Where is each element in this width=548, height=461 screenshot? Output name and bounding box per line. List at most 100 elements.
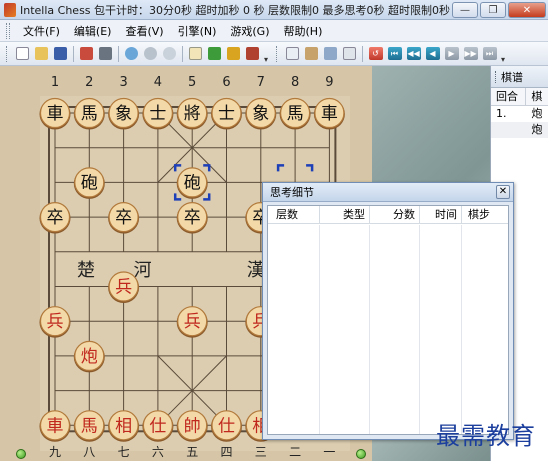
think-col-depth[interactable]: 层数 [268, 206, 320, 223]
record-panel-title: 棋谱 [501, 70, 523, 84]
prev-fast-button[interactable]: ◀◀ [405, 45, 422, 62]
black-piece[interactable]: 砲 [176, 167, 208, 199]
file-coordinate-top: 8 [291, 75, 299, 90]
red-piece[interactable]: 車 [39, 410, 71, 442]
black-piece[interactable]: 馬 [73, 97, 105, 130]
undo-icon: ↺ [368, 47, 383, 60]
print-button[interactable] [78, 45, 95, 62]
file-coordinate-top: 2 [85, 75, 93, 90]
file-coordinate-top: 5 [188, 75, 196, 90]
menu-edit[interactable]: 编辑(E) [67, 23, 119, 39]
pencil-icon [189, 47, 202, 60]
record-panel-header: 棋谱 [491, 66, 548, 88]
black-piece[interactable]: 馬 [279, 97, 311, 130]
panel-grip-icon[interactable] [495, 70, 498, 83]
paste-button[interactable] [303, 45, 320, 62]
stop-button[interactable] [142, 45, 159, 62]
red-piece[interactable]: 仕 [211, 410, 242, 442]
clock-button[interactable] [161, 45, 178, 62]
red-piece[interactable]: 兵 [176, 306, 208, 338]
first-move-button[interactable]: ⏮ [386, 45, 403, 62]
new-game-button[interactable] [14, 45, 31, 62]
think-col-time[interactable]: 时间 [420, 206, 462, 223]
black-piece[interactable]: 砲 [73, 167, 105, 199]
think-col-move[interactable]: 棋步 [462, 206, 506, 223]
minimize-button[interactable]: — [452, 2, 478, 18]
toolbar-grip-icon[interactable] [6, 45, 9, 62]
red-piece[interactable]: 兵 [108, 271, 140, 303]
print-preview-button[interactable] [97, 45, 114, 62]
edit-button[interactable] [187, 45, 204, 62]
menu-engine[interactable]: 引擎(N) [171, 23, 224, 39]
next-move-button[interactable]: ▶ [443, 45, 460, 62]
save-button[interactable] [52, 45, 69, 62]
undo-button[interactable]: ↺ [367, 45, 384, 62]
last-move-button[interactable]: ⏭ [481, 45, 498, 62]
toolbar2-overflow-icon[interactable]: ▾ [499, 44, 507, 64]
black-piece[interactable]: 卒 [108, 202, 140, 234]
open-button[interactable] [33, 45, 50, 62]
black-piece[interactable]: 卒 [39, 202, 71, 234]
board-text-button[interactable] [341, 45, 358, 62]
prev-move-button[interactable]: ◀ [424, 45, 441, 62]
black-piece[interactable]: 士 [211, 97, 242, 130]
piece-label: 士 [218, 104, 235, 124]
next-fast-button[interactable]: ▶▶ [462, 45, 479, 62]
black-piece[interactable]: 象 [245, 97, 277, 130]
status-light-right-icon [356, 449, 366, 459]
clipboard-icon [305, 47, 318, 60]
copy-button[interactable] [284, 45, 301, 62]
think-table[interactable]: 层数 类型 分数 时间 棋步 [267, 205, 509, 435]
hammer-icon [246, 47, 259, 60]
engine-button[interactable] [206, 45, 223, 62]
search-button[interactable] [123, 45, 140, 62]
file-coordinate-top: 3 [119, 75, 127, 90]
puzzle-icon [208, 47, 221, 60]
red-piece[interactable]: 帥 [176, 410, 208, 442]
think-close-button[interactable]: ✕ [496, 185, 510, 199]
piece-label: 車 [47, 104, 64, 124]
record-row[interactable]: 1. 炮 [491, 106, 548, 122]
river-text-he: 河 [134, 260, 152, 281]
record-col-round[interactable]: 回合 [491, 88, 527, 105]
menu-game[interactable]: 游戏(G) [223, 23, 276, 39]
menu-grip-icon[interactable] [6, 22, 10, 39]
record-col-move[interactable]: 棋 [526, 88, 548, 105]
black-piece[interactable]: 卒 [176, 202, 208, 234]
red-piece[interactable]: 炮 [73, 340, 105, 373]
black-piece[interactable]: 將 [176, 97, 208, 130]
file-coordinate-bottom: 五 [186, 445, 198, 459]
river-text-chu: 楚 [77, 260, 95, 281]
close-button[interactable]: ✕ [508, 2, 546, 18]
forward-icon: ▶▶ [463, 47, 478, 60]
black-piece[interactable]: 士 [142, 97, 174, 130]
black-piece[interactable]: 車 [39, 97, 71, 130]
toolbar: ▾ ↺ ⏮ ◀◀ ◀ ▶ ▶▶ ⏭ ▾ [0, 42, 548, 66]
record-row[interactable]: 炮 [491, 122, 548, 138]
document-icon [343, 47, 356, 60]
record-row-number [491, 122, 526, 138]
black-piece[interactable]: 車 [313, 97, 345, 130]
menu-file[interactable]: 文件(F) [16, 23, 67, 39]
hint-button[interactable] [244, 45, 261, 62]
think-col-score[interactable]: 分数 [370, 206, 420, 223]
red-piece[interactable]: 馬 [73, 410, 105, 442]
think-window-titlebar[interactable]: 思考细节 ✕ [263, 183, 513, 202]
restore-button[interactable]: ❐ [480, 2, 506, 18]
menu-help[interactable]: 帮助(H) [277, 23, 330, 39]
red-piece[interactable]: 相 [108, 410, 140, 442]
toolbar2-grip-icon[interactable] [276, 45, 279, 62]
piece-label: 象 [115, 104, 132, 124]
lock-button[interactable] [225, 45, 242, 62]
toolbar-overflow-icon[interactable]: ▾ [262, 44, 270, 64]
menu-view[interactable]: 查看(V) [118, 23, 170, 39]
think-table-body [268, 225, 508, 434]
black-piece[interactable]: 象 [108, 97, 140, 130]
piece-label: 象 [252, 104, 269, 124]
board-image-button[interactable] [322, 45, 339, 62]
think-col-type[interactable]: 类型 [320, 206, 370, 223]
red-piece[interactable]: 兵 [39, 306, 71, 338]
red-piece[interactable]: 仕 [142, 410, 174, 442]
printer-icon [80, 47, 93, 60]
think-details-window[interactable]: 思考细节 ✕ 层数 类型 分数 时间 棋步 [262, 182, 514, 440]
